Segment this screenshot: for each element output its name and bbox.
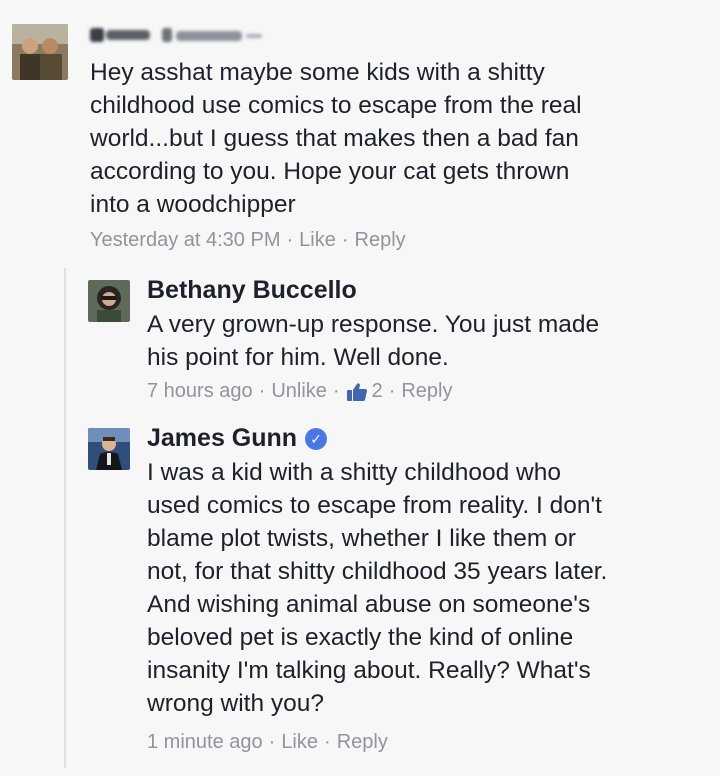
comment-text: Hey asshat maybe some kids with a shitty… [90,59,582,218]
reply-link[interactable]: Reply [401,380,452,403]
comment-meta: 7 hours ago · Unlike · 2 · Reply [147,380,453,403]
commenter-name-blurred [90,24,266,44]
reply-link[interactable]: Reply [355,229,406,252]
separator: · [286,229,294,251]
comment-timestamp[interactable]: 1 minute ago [147,731,263,754]
like-count[interactable]: 2 [372,380,383,403]
comment-text: I was a kid with a shitty childhood who … [147,459,608,717]
avatar[interactable] [12,24,68,80]
separator: · [388,380,396,402]
comment-thread: Hey asshat maybe some kids with a shitty… [0,0,720,776]
unlike-link[interactable]: Unlike [271,380,327,403]
comment-timestamp[interactable]: 7 hours ago [147,380,253,403]
separator: · [324,731,331,753]
commenter-name[interactable]: Bethany Buccello [147,276,357,305]
avatar[interactable] [88,428,130,470]
separator: · [341,229,349,251]
comment-meta: 1 minute ago · Like · Reply [147,731,388,754]
like-link[interactable]: Like [299,229,336,252]
reply-link[interactable]: Reply [337,731,388,754]
commenter-name-label[interactable]: James Gunn [147,424,297,452]
separator: · [258,380,266,402]
reply-thread-line [64,268,66,768]
verified-badge-icon: ✓ [305,428,328,450]
thumbs-up-icon [346,382,368,402]
separator: · [268,731,276,753]
separator: · [332,380,340,402]
comment-text: A very grown-up response. You just made … [147,311,600,371]
comment-timestamp[interactable]: Yesterday at 4:30 PM [90,229,281,252]
avatar[interactable] [88,280,130,322]
comment-meta: Yesterday at 4:30 PM · Like · Reply [90,229,406,252]
commenter-name: James Gunn ✓ [147,424,328,453]
like-link[interactable]: Like [281,731,318,754]
